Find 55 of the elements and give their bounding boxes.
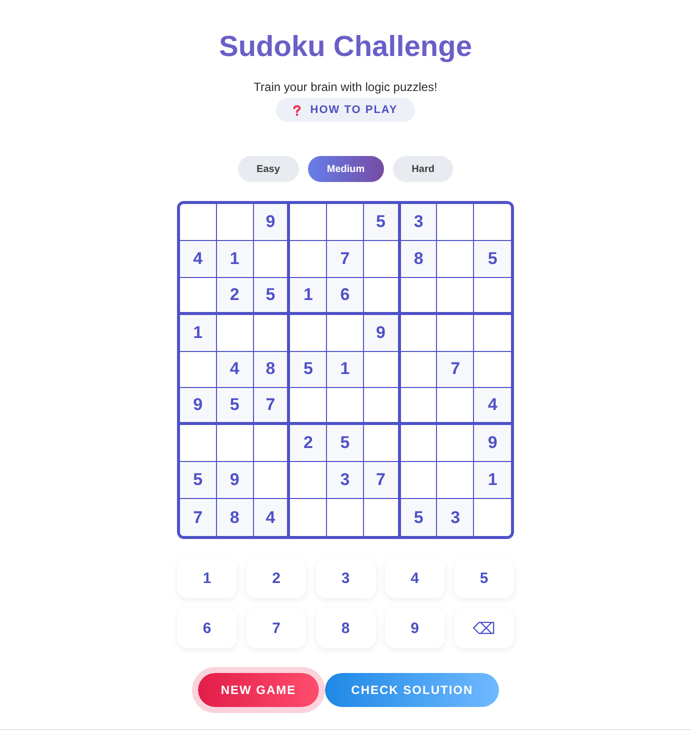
how-to-play-button[interactable]: HOW TO PLAY xyxy=(276,98,415,122)
number-key[interactable]: 2 xyxy=(246,558,306,598)
board-cell[interactable]: 7 xyxy=(327,240,364,278)
board-cell[interactable]: 7 xyxy=(364,462,401,500)
board-cell[interactable]: 8 xyxy=(400,240,438,278)
board-cell[interactable]: 3 xyxy=(327,462,364,500)
question-mark-icon xyxy=(293,104,302,116)
difficulty-tab[interactable]: Medium xyxy=(308,156,384,182)
board-cell[interactable]: 9 xyxy=(216,462,254,500)
number-key[interactable]: 9 xyxy=(384,608,445,648)
board-cell[interactable]: 3 xyxy=(437,499,474,536)
board-cell[interactable]: 5 xyxy=(254,278,290,315)
number-key[interactable]: 4 xyxy=(384,558,445,598)
number-key[interactable]: 5 xyxy=(454,558,514,598)
board-cell[interactable]: 2 xyxy=(216,278,254,315)
board-cell[interactable]: 8 xyxy=(254,352,290,388)
number-key[interactable]: 6 xyxy=(177,608,237,648)
new-game-button[interactable]: NEW GAME xyxy=(192,667,326,713)
board-cell[interactable]: 5 xyxy=(327,425,364,462)
board-cell[interactable]: 7 xyxy=(180,499,217,536)
board-cell[interactable]: 7 xyxy=(437,352,474,388)
page-title: Sudoku Challenge xyxy=(219,30,472,65)
board-cell[interactable]: 1 xyxy=(290,278,328,315)
board-cell[interactable]: 9 xyxy=(254,204,290,241)
board-cell[interactable]: 4 xyxy=(254,499,290,536)
board-cell[interactable]: 4 xyxy=(180,240,217,278)
board-cell[interactable]: 5 xyxy=(216,388,254,426)
number-key[interactable]: 8 xyxy=(316,608,376,648)
board-cell[interactable]: 8 xyxy=(216,499,254,536)
board-cell[interactable]: 3 xyxy=(400,204,438,241)
board-cell[interactable]: 4 xyxy=(216,352,254,388)
board-cell[interactable]: 9 xyxy=(180,388,217,426)
board-cell[interactable]: 2 xyxy=(290,425,328,462)
board-cell[interactable]: 7 xyxy=(254,388,290,426)
board-cell[interactable]: 5 xyxy=(180,462,217,500)
board-cell[interactable]: 9 xyxy=(474,425,511,462)
number-key[interactable]: 3 xyxy=(316,558,376,598)
check-solution-button[interactable]: CHECK SOLUTION xyxy=(325,673,500,707)
number-key[interactable]: 7 xyxy=(246,608,306,648)
board-cell[interactable]: 5 xyxy=(474,240,511,278)
board-cell[interactable]: 9 xyxy=(364,314,401,352)
board-cell[interactable]: 4 xyxy=(474,388,511,426)
erase-key[interactable]: ⌫ xyxy=(454,608,514,648)
board-cell[interactable]: 5 xyxy=(364,204,401,241)
number-key[interactable]: 1 xyxy=(177,558,237,598)
board-cell[interactable]: 1 xyxy=(216,240,254,278)
board-cell[interactable]: 5 xyxy=(290,352,328,388)
board-cell[interactable]: 1 xyxy=(474,462,511,500)
difficulty-tab[interactable]: Easy xyxy=(238,156,299,182)
board-cell[interactable]: 5 xyxy=(400,499,438,536)
board-cell[interactable]: 1 xyxy=(327,352,364,388)
subtitle-text: Train your brain with logic puzzles! xyxy=(254,79,438,95)
difficulty-tab[interactable]: Hard xyxy=(392,156,454,182)
board-cell[interactable]: 6 xyxy=(327,278,364,315)
board-cell[interactable]: 1 xyxy=(180,314,217,352)
